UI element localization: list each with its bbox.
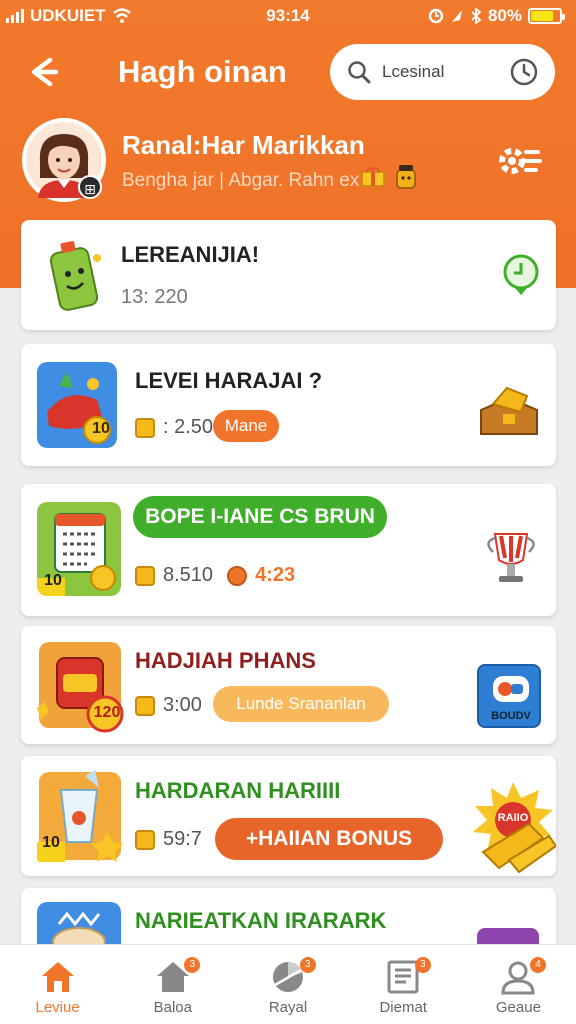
avatar-qr-badge[interactable]: ⊞: [78, 175, 102, 199]
battery-percent: 80%: [487, 6, 522, 25]
card-hardaran[interactable]: 10 HARDARAN HARIIII 59:7 +HAIIAN BONUS R…: [21, 756, 556, 876]
nav-item-home[interactable]: Leviue: [0, 945, 115, 1024]
nav-badge: 3: [184, 957, 201, 973]
coin-icon: [135, 417, 155, 438]
gold-bars-burst-icon[interactable]: [469, 780, 556, 876]
profile-reward-icons: [360, 164, 418, 190]
card-title: LEVEI HARAJAI ?: [135, 368, 323, 393]
alarm-icon: [428, 8, 444, 24]
bonus-run-banner[interactable]: BOPE I-IANE CS BRUN: [133, 496, 387, 538]
thumb-badge: 10: [42, 834, 60, 851]
nav-badge: 3: [414, 957, 431, 973]
profile-name: Ranal:Har Marikkan: [122, 130, 365, 160]
treasure-chest-icon[interactable]: [477, 384, 541, 440]
nav-item-diemat[interactable]: 3 Diemat: [346, 945, 461, 1024]
bottom-nav: Leviue 3 Baloa 3 Rayal 3 Diemat 4 Geaue: [0, 944, 576, 1024]
card-hadjiah-phans[interactable]: 120 HADJIAH PHANS 3:00 Lunde Srananlan B…: [21, 626, 556, 744]
battery-mascot-icon: [49, 241, 101, 311]
haiian-bonus-button[interactable]: +HAIIAN BONUS: [215, 818, 443, 860]
bonus-card-label: BOUDV: [491, 710, 531, 722]
settings-gear-icon[interactable]: [496, 138, 542, 184]
mane-button[interactable]: Mane: [213, 410, 279, 442]
page-title: Hagh oinan: [118, 54, 287, 89]
nav-label: Leviue: [35, 999, 80, 1016]
search-icon[interactable]: [346, 59, 372, 85]
nav-label: Rayal: [268, 999, 308, 1016]
gift-box-icon: [361, 167, 385, 187]
back-arrow-icon[interactable]: [22, 52, 62, 92]
card-title: HARDARAN HARIIII: [135, 778, 341, 803]
card-bonus-run[interactable]: 10 BOPE I-IANE CS BRUN 8.510 4:23: [21, 484, 556, 616]
nav-badge: 4: [530, 957, 547, 973]
thumb-badge: 120: [93, 704, 121, 721]
coin-icon: [135, 565, 155, 586]
card-title: NARIEATKAN IRARARK: [135, 908, 387, 933]
bonus-card-graphic: [493, 676, 529, 702]
battery-icon: [528, 8, 565, 24]
nav-item-baloa[interactable]: 3 Baloa: [115, 945, 230, 1024]
card-title: LEREANIJIA!: [121, 242, 260, 267]
thumb-badge: 10: [92, 420, 110, 437]
card-meta-value: 3:00: [163, 694, 202, 716]
lunde-button[interactable]: Lunde Srananlan: [213, 686, 389, 722]
card-meta-timer: 4:23: [255, 564, 296, 586]
location-icon: [451, 10, 462, 22]
nav-item-geaue[interactable]: 4 Geaue: [461, 945, 576, 1024]
card-level[interactable]: 10 LEVEI HARAJAI ? : 2.50 Mane: [21, 344, 556, 466]
profile-subtitle: Bengha jar | Abgar. Rahn ex: [122, 170, 360, 191]
card-daily-task[interactable]: LEREANIJIA! 13: 220: [21, 220, 556, 330]
bluetooth-icon: [471, 8, 482, 24]
coin-icon: [135, 695, 155, 716]
history-clock-icon[interactable]: [509, 57, 539, 87]
burst-label: RAIIO: [497, 812, 529, 824]
home-icon: [41, 962, 74, 992]
trophy-icon[interactable]: [481, 528, 541, 588]
timer-coin-icon: [227, 565, 248, 586]
nav-label: Baloa: [153, 999, 192, 1016]
thumb-badge: 10: [44, 572, 62, 589]
search-input[interactable]: [382, 62, 499, 82]
status-bar: UDKUIET 93:14 80%: [0, 0, 576, 34]
card-title: HADJIAH PHANS: [135, 648, 316, 673]
nav-label: Geaue: [495, 999, 541, 1016]
search-box[interactable]: [330, 44, 555, 100]
green-timer-icon[interactable]: [501, 252, 541, 296]
card-meta: 13: 220: [121, 286, 188, 308]
nav-badge: 3: [299, 957, 316, 973]
honey-jar-icon: [396, 165, 416, 189]
card-meta-value: 8.510: [163, 564, 214, 586]
nav-item-rayal[interactable]: 3 Rayal: [230, 945, 345, 1024]
card-meta-value: : 2.50: [163, 416, 214, 438]
coin-icon: [135, 829, 155, 850]
card-meta-value: 59:7: [163, 828, 202, 850]
nav-label: Diemat: [379, 999, 427, 1016]
bonus-card-icon[interactable]: BOUDV: [477, 664, 541, 728]
